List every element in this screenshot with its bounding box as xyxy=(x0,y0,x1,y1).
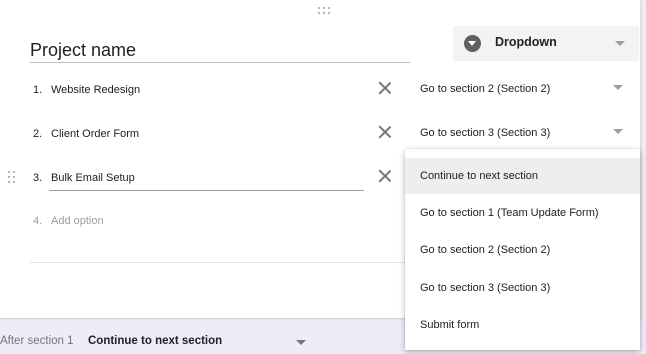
option-label[interactable]: Website Redesign xyxy=(51,78,140,102)
option-number: 1. xyxy=(33,84,43,96)
option-label-input[interactable]: Bulk Email Setup xyxy=(51,166,135,190)
option-row: 3. Bulk Email Setup xyxy=(0,166,400,191)
question-type-label: Dropdown xyxy=(495,35,557,49)
remove-option-icon[interactable] xyxy=(378,81,392,95)
question-type-select[interactable]: Dropdown xyxy=(453,26,639,61)
remove-option-icon[interactable] xyxy=(378,169,392,183)
option-goto-select[interactable]: Go to section 3 (Section 3) xyxy=(420,127,550,139)
option-goto-select[interactable]: Go to section 2 (Section 2) xyxy=(420,83,550,95)
dropdown-circle-icon xyxy=(464,35,481,52)
chevron-down-icon[interactable] xyxy=(613,129,623,134)
option-number: 4. xyxy=(33,215,43,227)
menu-item-section-2[interactable]: Go to section 2 (Section 2) xyxy=(405,232,640,268)
option-row: 2. Client Order Form xyxy=(0,122,400,146)
after-section-select[interactable]: Continue to next section xyxy=(88,335,222,347)
goto-section-menu: Continue to next section Go to section 1… xyxy=(405,149,640,350)
drag-handle-icon[interactable] xyxy=(318,7,330,17)
add-option-row[interactable]: 4. Add option xyxy=(0,209,400,233)
add-option-label[interactable]: Add option xyxy=(51,209,104,233)
remove-option-icon[interactable] xyxy=(378,125,392,139)
after-section-bar: After section 1 Continue to next section xyxy=(0,326,646,354)
menu-item-section-1[interactable]: Go to section 1 (Team Update Form) xyxy=(405,195,640,231)
after-section-label: After section 1 xyxy=(0,335,74,347)
input-underline xyxy=(49,190,364,191)
question-title-input[interactable]: Project name xyxy=(30,38,410,63)
chevron-down-icon[interactable] xyxy=(613,85,623,90)
option-label[interactable]: Client Order Form xyxy=(51,122,139,146)
menu-item-section-3[interactable]: Go to section 3 (Section 3) xyxy=(405,270,640,306)
chevron-down-icon xyxy=(615,41,625,46)
menu-item-continue[interactable]: Continue to next section xyxy=(405,158,640,194)
option-number: 2. xyxy=(33,128,43,140)
chevron-down-icon[interactable] xyxy=(296,340,306,345)
option-number: 3. xyxy=(33,172,43,184)
option-row: 1. Website Redesign xyxy=(0,78,400,102)
